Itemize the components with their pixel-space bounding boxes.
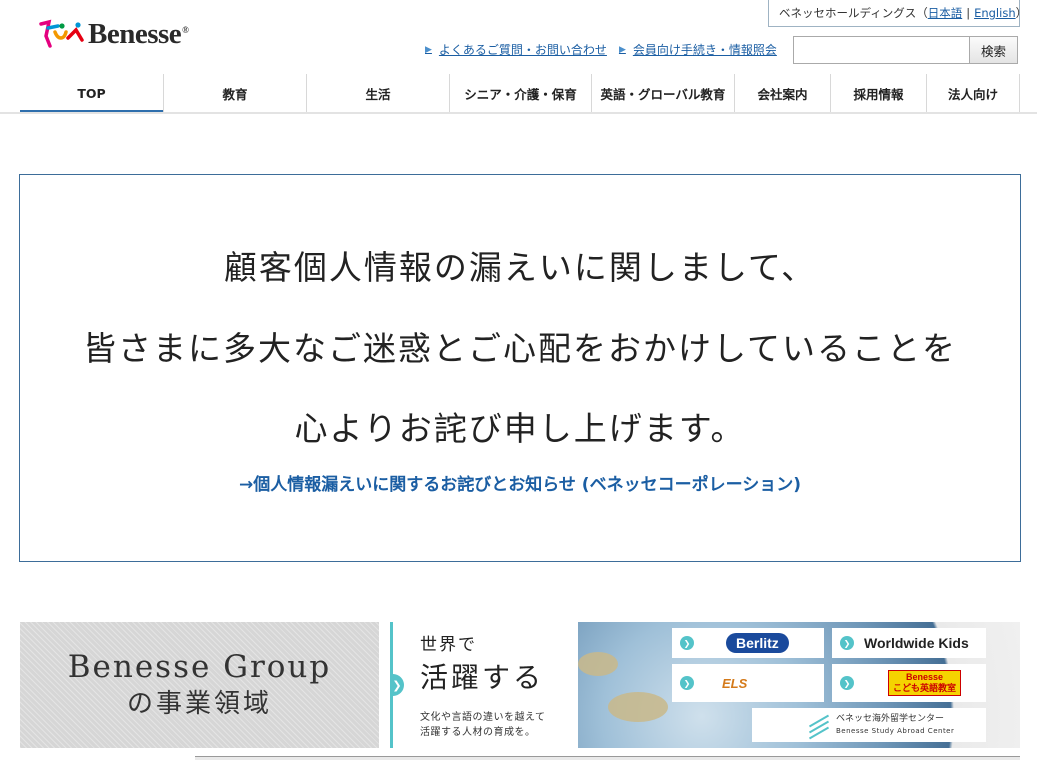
nav-item-life[interactable]: 生活 — [307, 74, 450, 112]
nav-item-recruit[interactable]: 採用情報 — [831, 74, 927, 112]
global-banner-line-2: 活躍する — [420, 661, 545, 694]
search-input[interactable] — [793, 36, 969, 64]
logo-wordmark: Benesse® — [88, 18, 189, 50]
els-link[interactable]: ❯ ELS — [672, 664, 824, 702]
els-logo: ELS — [722, 675, 748, 691]
language-japanese-link[interactable]: 日本語 — [928, 5, 963, 21]
global-banner-desc-1: 文化や言語の違いを越えて — [420, 712, 546, 723]
berlitz-link[interactable]: ❯ Berlitz — [672, 628, 824, 658]
apology-notice: 顧客個人情報の漏えいに関しまして、 皆さまに多大なご迷惑とご心配をおかけしている… — [19, 174, 1021, 562]
chevron-right-icon: ❯ — [840, 636, 854, 650]
global-banner-description: 文化や言語の違いを越えて 活躍する人材の育成を。 — [420, 710, 546, 740]
next-section-edge — [195, 756, 1020, 760]
study-abroad-logo-icon — [808, 714, 830, 740]
member-procedures-label: 会員向け手続き・情報照会 — [632, 43, 777, 57]
chevron-right-icon: ❯ — [840, 676, 854, 690]
language-separator: | — [966, 6, 971, 20]
apology-line-2: 皆さまに多大なご迷惑とご心配をおかけしていることを — [82, 329, 957, 368]
berlitz-logo: Berlitz — [726, 633, 789, 653]
faq-contact-label: よくあるご質問・お問い合わせ — [438, 43, 607, 57]
faq-contact-link[interactable]: ▶ よくあるご質問・お問い合わせ — [425, 41, 607, 58]
apology-line-3: 心よりお詫び申し上げます。 — [294, 409, 746, 448]
worldwide-kids-label: Worldwide Kids — [864, 635, 969, 651]
global-banner-desc-2: 活躍する人材の育成を。 — [420, 727, 536, 738]
study-abroad-center-link[interactable]: ベネッセ海外留学センター Benesse Study Abroad Center — [752, 708, 986, 742]
nav-item-top[interactable]: TOP — [20, 74, 164, 113]
benesse-people-icon — [38, 18, 86, 50]
study-abroad-label: ベネッセ海外留学センター Benesse Study Abroad Center — [836, 713, 954, 737]
globe-land-shape — [578, 652, 618, 676]
global-education-banner[interactable]: ❯ 世界で 活躍する 文化や言語の違いを越えて 活躍する人材の育成を。 — [390, 622, 580, 748]
holdings-language-switcher: ベネッセホールディングス（ 日本語 | English ） — [768, 0, 1027, 27]
study-abroad-en: Benesse Study Abroad Center — [836, 727, 955, 735]
nav-item-education[interactable]: 教育 — [164, 74, 307, 112]
apology-details-link[interactable]: →個人情報漏えいに関するお詫びとお知らせ (ベネッセコーポレーション) — [20, 470, 1020, 495]
nav-divider — [0, 112, 1037, 114]
chevron-right-icon: ❯ — [680, 676, 694, 690]
nav-item-business[interactable]: 法人向け — [927, 74, 1020, 112]
nav-item-company[interactable]: 会社案内 — [735, 74, 831, 112]
worldwide-kids-link[interactable]: ❯ Worldwide Kids — [832, 628, 986, 658]
member-procedures-link[interactable]: ▶ 会員向け手続き・情報照会 — [619, 41, 777, 58]
globe-land-shape — [608, 692, 668, 722]
brand-links-banner: ❯ Berlitz ❯ Worldwide Kids ❯ ELS ❯ Benes… — [578, 622, 1020, 748]
site-search: 検索 — [793, 36, 1018, 64]
group-banner-title: Benesse Group — [67, 649, 332, 685]
study-abroad-jp: ベネッセ海外留学センター — [836, 714, 945, 724]
group-business-banner[interactable]: Benesse Group の事業領域 — [20, 622, 379, 748]
language-english-link[interactable]: English — [974, 6, 1016, 20]
holdings-close-paren: ） — [1015, 6, 1028, 20]
nav-item-senior-care[interactable]: シニア・介護・保育 — [450, 74, 592, 112]
header: Benesse® ベネッセホールディングス（ 日本語 | English ） ▶… — [0, 0, 1037, 70]
kids-english-name: こども英語教室 — [893, 683, 957, 693]
utility-links: ▶ よくあるご質問・お問い合わせ ▶ 会員向け手続き・情報照会 — [425, 41, 789, 58]
search-button[interactable]: 検索 — [969, 36, 1018, 64]
kids-english-link[interactable]: ❯ Benesse こども英語教室 — [832, 664, 986, 702]
global-nav: TOP 教育 生活 シニア・介護・保育 英語・グローバル教育 会社案内 採用情報… — [20, 74, 1020, 113]
apology-line-1: 顧客個人情報の漏えいに関しまして、 — [223, 248, 817, 287]
triangle-right-icon: ▶ — [618, 44, 626, 55]
nav-item-english-global[interactable]: 英語・グローバル教育 — [592, 74, 735, 112]
group-banner-subtitle: の事業領域 — [126, 689, 272, 719]
benesse-logo[interactable]: Benesse® — [38, 18, 189, 50]
holdings-label: ベネッセホールディングス（ — [779, 6, 928, 20]
kids-english-logo: Benesse こども英語教室 — [888, 670, 962, 696]
chevron-right-icon: ❯ — [390, 674, 404, 696]
triangle-right-icon: ▶ — [425, 44, 432, 55]
chevron-right-icon: ❯ — [680, 636, 694, 650]
global-banner-line-1: 世界で — [420, 635, 477, 655]
kids-english-brand: Benesse — [905, 672, 944, 682]
